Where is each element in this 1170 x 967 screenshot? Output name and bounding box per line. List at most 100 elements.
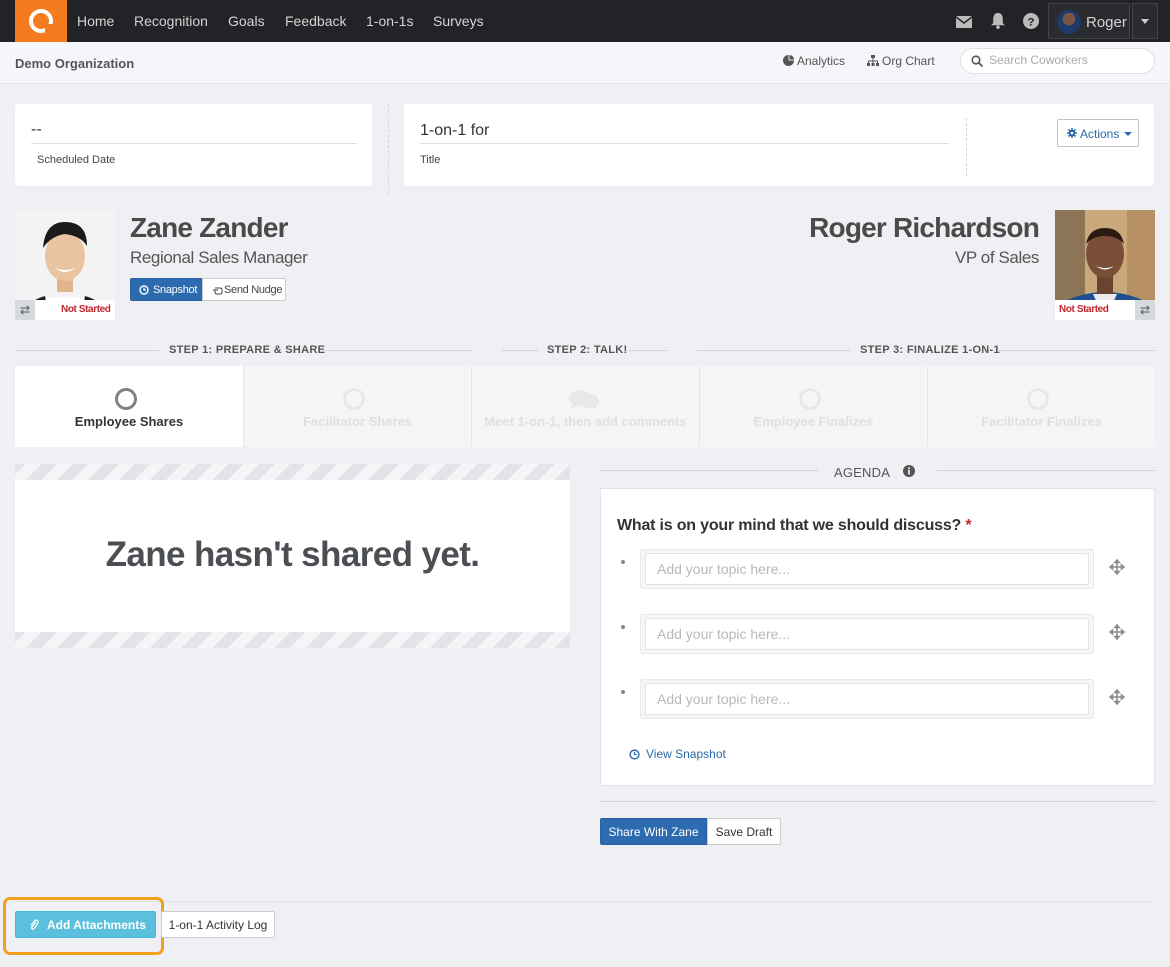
agenda-question: What is on your mind that we should disc…	[617, 517, 972, 534]
scheduled-date-value[interactable]: --	[31, 121, 42, 139]
user-avatar	[1057, 10, 1081, 34]
bullet	[621, 560, 625, 564]
envelope-icon[interactable]	[956, 14, 972, 30]
facilitator-title: VP of Sales	[954, 248, 1040, 267]
send-nudge-button[interactable]: Send Nudge	[202, 278, 286, 301]
gear-icon	[1067, 128, 1077, 138]
topic-row	[640, 549, 1094, 589]
step-line	[697, 350, 850, 351]
topic-row	[640, 679, 1094, 719]
step-3-header: STEP 3: FINALIZE 1-ON-1	[860, 344, 1000, 356]
tab-facilitator-shares[interactable]: Facilitator Shares	[244, 366, 472, 447]
analytics-link[interactable]: Analytics	[783, 54, 845, 68]
snapshot-button[interactable]: Snapshot	[130, 278, 203, 301]
meeting-title-label: Title	[420, 154, 441, 166]
tab-employee-shares[interactable]: Employee Shares	[15, 366, 244, 447]
help-icon[interactable]: ?	[1023, 13, 1039, 29]
search-icon	[971, 55, 983, 67]
actions-dropdown-button[interactable]: Actions	[1057, 119, 1139, 147]
stripe-top	[15, 464, 570, 480]
sitemap-icon	[867, 55, 879, 66]
clock-icon	[629, 749, 640, 760]
divider	[388, 104, 389, 194]
field-underline	[420, 143, 949, 144]
app-logo[interactable]	[15, 0, 67, 42]
topic-input-3[interactable]	[645, 683, 1089, 715]
tab-label: Employee Shares	[74, 414, 184, 429]
nav-goals[interactable]: Goals	[228, 13, 265, 29]
nav-recognition[interactable]: Recognition	[134, 13, 208, 29]
bullet	[621, 625, 625, 629]
step-line	[998, 350, 1155, 351]
search-coworkers[interactable]	[960, 48, 1155, 74]
step-status-icon	[343, 388, 365, 410]
hand-pointer-icon	[213, 287, 223, 295]
tab-label: Meet 1-on-1, then add comments	[484, 414, 687, 429]
topic-row	[640, 614, 1094, 654]
view-snapshot-link[interactable]: View Snapshot	[629, 747, 726, 761]
employee-name: Zane Zander	[130, 212, 288, 243]
save-draft-button[interactable]: Save Draft	[707, 818, 781, 845]
employee-status: Not Started	[61, 304, 111, 315]
step-status-icon	[115, 388, 137, 410]
tab-label: Facilitator Shares	[302, 414, 413, 429]
agenda-card: What is on your mind that we should disc…	[600, 488, 1155, 786]
step-line	[629, 350, 667, 351]
facilitator-status: Not Started	[1059, 304, 1109, 315]
tab-facilitator-finalizes[interactable]: Facilitator Finalizes	[928, 366, 1155, 447]
clock-icon	[139, 285, 149, 295]
step-line	[502, 350, 538, 351]
tab-label: Employee Finalizes	[753, 414, 874, 429]
top-navbar: Home Recognition Goals Feedback 1-on-1s …	[0, 0, 1170, 42]
swap-employee-icon[interactable]: ⇄	[15, 300, 35, 320]
org-chart-link[interactable]: Org Chart	[867, 54, 935, 68]
step-2-header: STEP 2: TALK!	[547, 344, 628, 356]
agenda-line	[937, 470, 1155, 471]
stripe-bottom	[15, 632, 570, 648]
info-icon[interactable]	[903, 465, 915, 477]
nav-feedback[interactable]: Feedback	[285, 13, 346, 29]
organization-name: Demo Organization	[15, 56, 135, 71]
nav-home[interactable]: Home	[77, 13, 114, 29]
bell-icon[interactable]	[990, 13, 1006, 29]
field-underline	[31, 143, 357, 144]
move-icon[interactable]	[1109, 624, 1125, 640]
step-status-icon	[1027, 388, 1049, 410]
search-input[interactable]	[989, 53, 1149, 67]
tab-employee-finalizes[interactable]: Employee Finalizes	[700, 366, 928, 447]
share-with-zane-button[interactable]: Share With Zane	[600, 818, 707, 845]
step-line	[324, 350, 472, 351]
tab-meet-1on1[interactable]: Meet 1-on-1, then add comments	[472, 366, 700, 447]
tab-label: Facilitator Finalizes	[981, 414, 1102, 429]
move-icon[interactable]	[1109, 559, 1125, 575]
paperclip-icon	[30, 919, 39, 930]
user-menu-caret[interactable]	[1132, 3, 1158, 39]
svg-text:?: ?	[1028, 17, 1035, 29]
agenda-footer-line	[600, 801, 1155, 802]
nav-1on1s[interactable]: 1-on-1s	[366, 13, 413, 29]
divider	[966, 118, 967, 176]
swap-facilitator-icon[interactable]: ⇄	[1135, 300, 1155, 320]
step-1-header: STEP 1: PREPARE & SHARE	[169, 344, 326, 356]
step-status-icon	[799, 388, 821, 410]
facilitator-name: Roger Richardson	[809, 212, 1040, 243]
title-card	[404, 104, 1154, 186]
nav-surveys[interactable]: Surveys	[433, 13, 484, 29]
comments-icon	[569, 390, 599, 410]
meeting-title-value[interactable]: 1-on-1 for	[420, 122, 489, 140]
employee-title: Regional Sales Manager	[130, 248, 308, 267]
user-menu-button[interactable]: Roger	[1048, 3, 1130, 39]
topic-input-1[interactable]	[645, 553, 1089, 585]
topic-input-2[interactable]	[645, 618, 1089, 650]
activity-log-button[interactable]: 1-on-1 Activity Log	[161, 911, 275, 938]
not-shared-panel: Zane hasn't shared yet.	[15, 480, 570, 632]
scheduled-date-card	[15, 104, 372, 186]
user-name: Roger	[1086, 14, 1127, 31]
agenda-header: AGENDA	[834, 465, 891, 480]
bullet	[621, 690, 625, 694]
add-attachments-button[interactable]: Add Attachments	[15, 911, 156, 938]
step-line	[15, 350, 159, 351]
move-icon[interactable]	[1109, 689, 1125, 705]
scheduled-date-label: Scheduled Date	[37, 154, 116, 166]
pie-chart-icon	[783, 55, 794, 66]
